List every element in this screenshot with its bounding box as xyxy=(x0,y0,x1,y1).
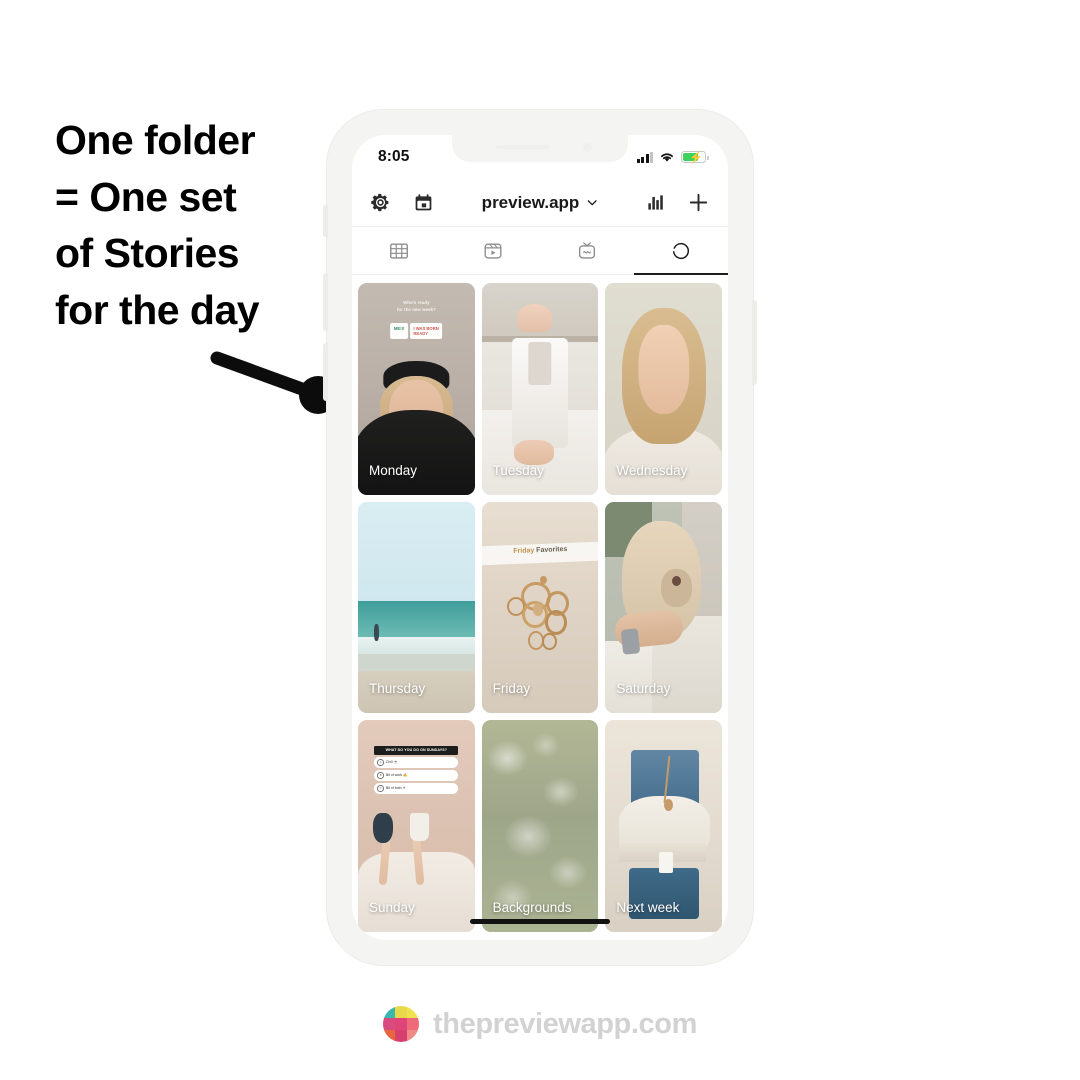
phone-screen: 8:05 ⚡ preview.app Who's ready for the n… xyxy=(352,135,728,940)
monday-sticker-1: ME!!! xyxy=(390,323,408,339)
stories-folder-grid: Who's ready for the new week? ME!!! I WA… xyxy=(352,275,728,932)
folder-card-next-week[interactable]: Next week xyxy=(605,720,722,932)
folder-label: Saturday xyxy=(616,681,671,697)
folder-label: Friday xyxy=(492,681,531,697)
folder-card-sunday[interactable]: WHAT DO YOU DO ON SUNDAYS? A Chill ☕ B Bit… xyxy=(358,720,475,932)
monday-overlay-line-1: Who's ready xyxy=(403,299,430,305)
tab-reels[interactable] xyxy=(446,227,540,274)
sunday-quiz-sticker: WHAT DO YOU DO ON SUNDAYS? A Chill ☕ B Bit… xyxy=(374,745,459,794)
folder-label: Thursday xyxy=(369,681,426,697)
folder-card-tuesday[interactable]: Tuesday xyxy=(481,283,599,495)
sunday-quiz-option: C Bit of both ☀ xyxy=(374,783,459,794)
bar-chart-icon[interactable] xyxy=(646,193,665,212)
plus-icon[interactable] xyxy=(687,191,710,214)
folder-card-backgrounds[interactable]: Backgrounds xyxy=(481,720,599,932)
wifi-icon xyxy=(661,153,673,162)
headline-line-2: = One set xyxy=(55,173,237,220)
preview-grid-logo-icon xyxy=(383,1006,420,1042)
account-switcher[interactable]: preview.app xyxy=(482,193,599,213)
phone-volume-up-button xyxy=(323,273,328,331)
folder-card-monday[interactable]: Who's ready for the new week? ME!!! I WA… xyxy=(358,283,475,495)
page-title: One folder = One set of Stories for the … xyxy=(55,112,355,338)
folder-label: Monday xyxy=(369,462,418,478)
folder-label: Next week xyxy=(616,899,680,915)
stories-circle-icon xyxy=(672,242,690,259)
phone-mockup: 8:05 ⚡ preview.app Who's ready for the n… xyxy=(323,110,757,965)
folder-label: Wednesday xyxy=(616,462,688,478)
content-tabs xyxy=(352,227,728,275)
tab-grid[interactable] xyxy=(352,227,446,274)
sunday-quiz-option: B Bit of work ✍ xyxy=(374,770,459,781)
folder-label: Sunday xyxy=(369,899,415,915)
app-toolbar: preview.app xyxy=(352,179,728,227)
footer-branding: thepreviewapp.com xyxy=(0,1006,1080,1042)
tab-igtv[interactable] xyxy=(540,227,634,274)
folder-card-wednesday[interactable]: Wednesday xyxy=(605,283,722,495)
igtv-icon xyxy=(578,241,596,259)
grid-icon xyxy=(390,242,408,259)
folder-label: Backgrounds xyxy=(492,899,572,915)
home-indicator xyxy=(470,919,610,924)
calendar-icon[interactable] xyxy=(413,192,434,213)
monday-sticker-2: I WAS BORN READY xyxy=(409,323,443,339)
phone-power-button xyxy=(752,300,757,385)
status-bar-indicators: ⚡ xyxy=(636,151,709,164)
signal-bars-icon xyxy=(636,151,653,163)
tab-stories[interactable] xyxy=(634,227,728,275)
phone-notch xyxy=(452,135,628,162)
gear-icon[interactable] xyxy=(370,192,391,213)
phone-volume-down-button xyxy=(323,343,328,401)
reels-icon xyxy=(484,242,502,259)
brand-name: thepreviewapp.com xyxy=(433,1007,697,1040)
folder-card-saturday[interactable]: Saturday xyxy=(605,501,722,714)
status-bar-clock: 8:05 xyxy=(378,148,410,165)
notch-speaker xyxy=(496,145,550,149)
folder-card-friday[interactable]: Friday Favorites Friday xyxy=(481,501,599,714)
sunday-quiz-title: WHAT DO YOU DO ON SUNDAYS? xyxy=(374,745,459,755)
headline-line-1: One folder xyxy=(55,117,256,163)
headline-line-3: of Stories xyxy=(55,230,240,277)
notch-camera xyxy=(583,143,592,152)
friday-overlay-text-a: Friday xyxy=(512,547,537,556)
sunday-quiz-option: A Chill ☕ xyxy=(374,757,459,768)
battery-charging-icon: ⚡ xyxy=(681,151,709,164)
phone-silent-switch xyxy=(323,205,328,237)
headline-line-4: for the day xyxy=(55,286,260,333)
folder-label: Tuesday xyxy=(492,462,544,478)
friday-overlay-text-b: Favorites xyxy=(535,546,568,555)
folder-card-thursday[interactable]: Thursday xyxy=(358,501,475,714)
chevron-down-icon xyxy=(587,200,597,206)
monday-overlay-line-2: for the new week? xyxy=(396,306,436,312)
account-name: preview.app xyxy=(481,192,580,212)
